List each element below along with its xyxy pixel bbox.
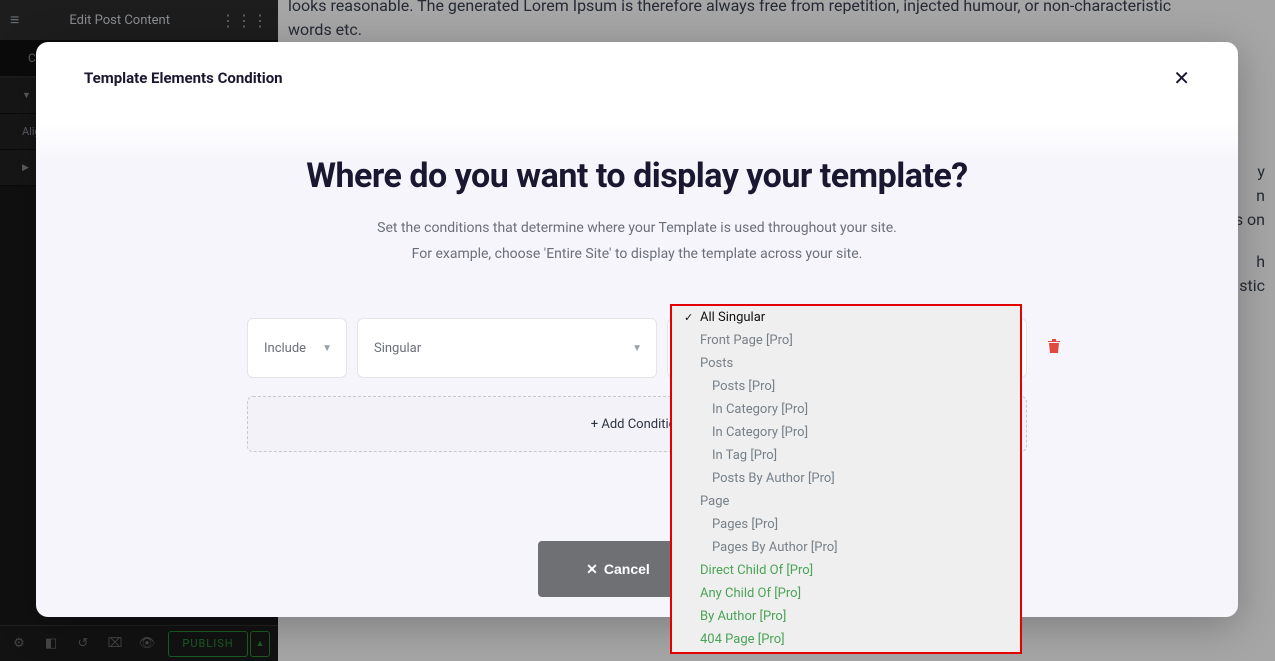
dropdown-item[interactable]: Posts By Author [Pro] — [672, 467, 1020, 490]
dropdown-item-label: In Category [Pro] — [712, 425, 808, 440]
dropdown-item[interactable]: Pages [Pro] — [672, 513, 1020, 536]
close-icon[interactable]: ✕ — [1173, 66, 1190, 90]
trash-icon[interactable] — [1047, 338, 1061, 358]
dropdown-item[interactable]: In Tag [Pro] — [672, 444, 1020, 467]
include-select[interactable]: Include ▼ — [247, 318, 347, 378]
modal-footer: ✕ Cancel — [36, 541, 1238, 597]
caret-down-icon: ▼ — [632, 343, 642, 354]
dropdown-item-label: Posts [Pro] — [712, 379, 775, 394]
dropdown-item-label: All Singular — [700, 310, 765, 325]
dropdown-item[interactable]: Front Page [Pro] — [672, 329, 1020, 352]
dropdown-item-label: Pages By Author [Pro] — [712, 540, 838, 555]
dropdown-item[interactable]: Any Child Of [Pro] — [672, 582, 1020, 605]
caret-down-icon: ▼ — [322, 343, 332, 354]
dropdown-item[interactable]: In Category [Pro] — [672, 421, 1020, 444]
dropdown-item[interactable]: Posts — [672, 352, 1020, 375]
dropdown-item[interactable]: In Category [Pro] — [672, 398, 1020, 421]
dropdown-item[interactable]: Posts [Pro] — [672, 375, 1020, 398]
close-icon: ✕ — [586, 561, 598, 578]
dropdown-item[interactable]: Page — [672, 490, 1020, 513]
dropdown-item-label: Front Page [Pro] — [700, 333, 793, 348]
dropdown-item-label: Posts By Author [Pro] — [712, 471, 835, 486]
check-icon: ✓ — [684, 311, 700, 324]
dropdown-item-label: Any Child Of [Pro] — [700, 586, 801, 601]
dropdown-item[interactable]: ✓All Singular — [672, 306, 1020, 329]
dropdown-item-label: Page — [700, 494, 729, 509]
modal-header: Template Elements Condition ✕ — [36, 42, 1238, 114]
conditions-modal: Template Elements Condition ✕ Where do y… — [36, 42, 1238, 617]
modal-subtext-2: For example, choose 'Entire Site' to dis… — [412, 246, 863, 262]
dropdown-item-label: In Category [Pro] — [712, 402, 808, 417]
modal-heading: Where do you want to display your templa… — [306, 156, 967, 196]
modal-subtext-1: Set the conditions that determine where … — [377, 220, 897, 236]
dropdown-item-label: Posts — [700, 356, 733, 371]
dropdown-item[interactable]: 404 Page [Pro] — [672, 628, 1020, 651]
dropdown-item[interactable]: Pages By Author [Pro] — [672, 536, 1020, 559]
dropdown-item-label: Direct Child Of [Pro] — [700, 563, 813, 578]
subscope-dropdown[interactable]: ✓All Singular Front Page [Pro] Posts Posts … — [670, 304, 1022, 654]
dropdown-item-label: 404 Page [Pro] — [700, 632, 785, 647]
dropdown-item-label: In Tag [Pro] — [712, 448, 777, 463]
dropdown-item[interactable]: Direct Child Of [Pro] — [672, 559, 1020, 582]
dropdown-item[interactable]: By Author [Pro] — [672, 605, 1020, 628]
scope-select[interactable]: Singular ▼ — [357, 318, 657, 378]
modal-title: Template Elements Condition — [84, 69, 283, 87]
modal-body: Where do you want to display your templa… — [36, 114, 1238, 452]
dropdown-item-label: Pages [Pro] — [712, 517, 778, 532]
dropdown-item-label: By Author [Pro] — [700, 609, 786, 624]
